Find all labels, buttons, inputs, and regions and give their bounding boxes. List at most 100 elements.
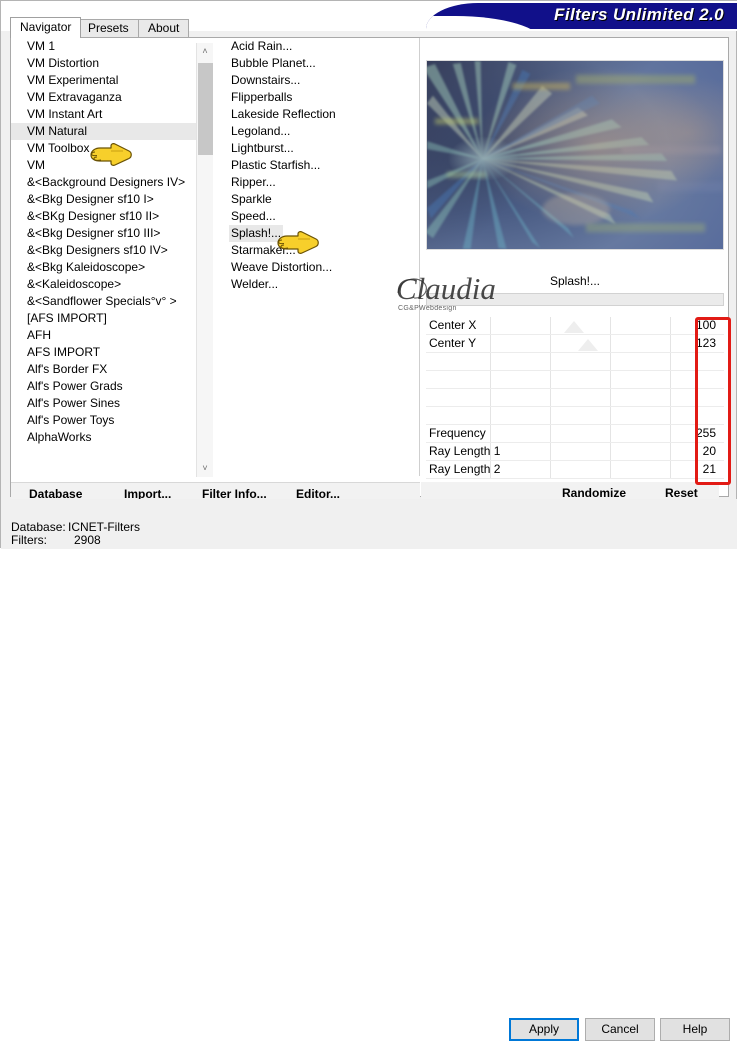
apply-button[interactable]: Apply bbox=[509, 1018, 579, 1041]
parameter-value[interactable]: 21 bbox=[703, 462, 716, 476]
category-item[interactable]: VM Toolbox bbox=[11, 140, 209, 157]
slider-tick bbox=[490, 371, 491, 388]
slider-tick bbox=[670, 425, 672, 442]
category-item[interactable]: VM Experimental bbox=[11, 72, 209, 89]
slider-tick bbox=[610, 317, 612, 334]
slider-tick bbox=[610, 353, 612, 370]
parameter-value[interactable]: 123 bbox=[696, 336, 716, 350]
slider-tick bbox=[610, 407, 612, 424]
category-list[interactable]: VM 1 VM Distortion VM Experimental VM Extra… bbox=[11, 38, 209, 476]
filter-item[interactable]: Lakeside Reflection bbox=[215, 106, 419, 123]
tab-about[interactable]: About bbox=[138, 19, 190, 37]
filter-item[interactable]: Plastic Starfish... bbox=[215, 157, 419, 174]
category-item[interactable]: VM bbox=[11, 157, 209, 174]
category-item[interactable]: Alf's Border FX bbox=[11, 361, 209, 378]
category-item[interactable]: Alf's Power Grads bbox=[11, 378, 209, 395]
cancel-button[interactable]: Cancel bbox=[585, 1018, 655, 1041]
parameter-slider-track[interactable] bbox=[490, 317, 672, 334]
current-filter-name: Splash!... bbox=[549, 274, 601, 288]
parameter-value[interactable]: 255 bbox=[696, 426, 716, 440]
parameter-row[interactable]: Frequency 255 bbox=[426, 425, 724, 443]
filter-item[interactable]: Weave Distortion... bbox=[215, 259, 419, 276]
category-item[interactable]: &<Sandflower Specials°v° > bbox=[11, 293, 209, 310]
category-item[interactable]: &<Bkg Designer sf10 I> bbox=[11, 191, 209, 208]
slider-thumb[interactable] bbox=[578, 339, 599, 351]
category-item[interactable]: &<Bkg Designers sf10 IV> bbox=[11, 242, 209, 259]
slider-tick bbox=[550, 443, 552, 460]
filter-item[interactable]: Lightburst... bbox=[215, 140, 419, 157]
parameter-slider-track[interactable] bbox=[490, 335, 672, 352]
filter-item-label: Legoland... bbox=[231, 124, 291, 138]
category-item[interactable]: &<Kaleidoscope> bbox=[11, 276, 209, 293]
category-list-scrollbar[interactable]: ˄ ˅ bbox=[196, 43, 213, 477]
filter-list[interactable]: Acid Rain... Bubble Planet... Downstairs..… bbox=[215, 38, 420, 476]
scroll-down-icon[interactable]: ˅ bbox=[197, 460, 213, 477]
parameter-label: Ray Length 1 bbox=[429, 444, 501, 458]
filter-preview[interactable] bbox=[426, 60, 724, 250]
parameter-row[interactable]: Ray Length 2 21 bbox=[426, 461, 724, 479]
category-item[interactable]: [AFS IMPORT] bbox=[11, 310, 209, 327]
category-item[interactable]: Alf's Power Sines bbox=[11, 395, 209, 412]
category-item-label: VM bbox=[27, 158, 45, 172]
filter-item[interactable]: Legoland... bbox=[215, 123, 419, 140]
category-item[interactable]: &<Bkg Kaleidoscope> bbox=[11, 259, 209, 276]
parameter-label: Ray Length 2 bbox=[429, 462, 501, 476]
help-button[interactable]: Help bbox=[660, 1018, 730, 1041]
slider-tick bbox=[550, 317, 552, 334]
parameter-label: Center X bbox=[429, 318, 477, 332]
reset-button[interactable]: Reset bbox=[665, 486, 698, 500]
category-item[interactable]: &<BKg Designer sf10 II> bbox=[11, 208, 209, 225]
scrollbar-thumb[interactable] bbox=[198, 63, 213, 155]
category-item[interactable]: Alf's Power Toys bbox=[11, 412, 209, 429]
category-item[interactable]: &<Bkg Designer sf10 III> bbox=[11, 225, 209, 242]
category-item[interactable]: AFS IMPORT bbox=[11, 344, 209, 361]
filter-item[interactable]: Ripper... bbox=[215, 174, 419, 191]
category-item-label: VM Experimental bbox=[27, 73, 119, 87]
filter-item[interactable]: Flipperballs bbox=[215, 89, 419, 106]
slider-tick bbox=[610, 425, 612, 442]
randomize-button[interactable]: Randomize bbox=[562, 486, 626, 500]
slider-thumb[interactable] bbox=[563, 321, 584, 333]
slider-tick bbox=[610, 389, 612, 406]
parameter-row[interactable]: Ray Length 1 20 bbox=[426, 443, 724, 461]
filter-item[interactable]: Bubble Planet... bbox=[215, 55, 419, 72]
filter-item[interactable]: Splash!... bbox=[215, 225, 419, 242]
parameter-list[interactable]: Center X 100 Center Y 123 Frequency 255 Ray Le… bbox=[426, 317, 724, 480]
slider-tick bbox=[490, 425, 491, 442]
filter-item[interactable]: Starmaker... bbox=[215, 242, 419, 259]
filter-item-label: Ripper... bbox=[231, 175, 276, 189]
category-item[interactable]: AlphaWorks bbox=[11, 429, 209, 446]
status-bar: Database: ICNET-Filters Filters: 2908 Ap… bbox=[1, 499, 737, 1041]
filter-item-label: Downstairs... bbox=[231, 73, 301, 87]
app-title: Filters Unlimited 2.0 bbox=[554, 5, 724, 24]
parameter-value[interactable]: 100 bbox=[696, 318, 716, 332]
filter-item[interactable]: Speed... bbox=[215, 208, 419, 225]
filter-item-label: Lightburst... bbox=[231, 141, 294, 155]
filter-item[interactable]: Acid Rain... bbox=[215, 38, 419, 55]
category-item[interactable]: VM 1 bbox=[11, 38, 209, 55]
filter-item[interactable]: Downstairs... bbox=[215, 72, 419, 89]
tab-presets[interactable]: Presets bbox=[78, 19, 139, 37]
parameter-value[interactable]: 20 bbox=[703, 444, 716, 458]
category-item-label: AFS IMPORT bbox=[27, 345, 101, 359]
filter-item[interactable]: Sparkle bbox=[215, 191, 419, 208]
category-item-label: Alf's Power Sines bbox=[27, 396, 120, 410]
category-item[interactable]: VM Instant Art bbox=[11, 106, 209, 123]
parameter-row[interactable]: Center X 100 bbox=[426, 317, 724, 335]
category-item[interactable]: &<Background Designers IV> bbox=[11, 174, 209, 191]
category-item[interactable]: VM Distortion bbox=[11, 55, 209, 72]
scroll-up-icon[interactable]: ˄ bbox=[197, 43, 213, 60]
category-item-label: AFH bbox=[27, 328, 51, 342]
filter-item[interactable]: Welder... bbox=[215, 276, 419, 293]
parameter-slider-track bbox=[490, 353, 672, 370]
category-item[interactable]: VM Extravaganza bbox=[11, 89, 209, 106]
parameter-slider-track bbox=[490, 443, 672, 460]
parameter-row[interactable]: Center Y 123 bbox=[426, 335, 724, 353]
tab-navigator[interactable]: Navigator bbox=[10, 17, 82, 38]
category-item[interactable]: AFH bbox=[11, 327, 209, 344]
category-item[interactable]: VM Natural bbox=[11, 123, 209, 140]
parameter-slider-track bbox=[490, 425, 672, 442]
filter-item-label: Starmaker... bbox=[231, 243, 296, 257]
slider-tick bbox=[670, 317, 672, 334]
filter-progress-bar bbox=[426, 293, 724, 306]
